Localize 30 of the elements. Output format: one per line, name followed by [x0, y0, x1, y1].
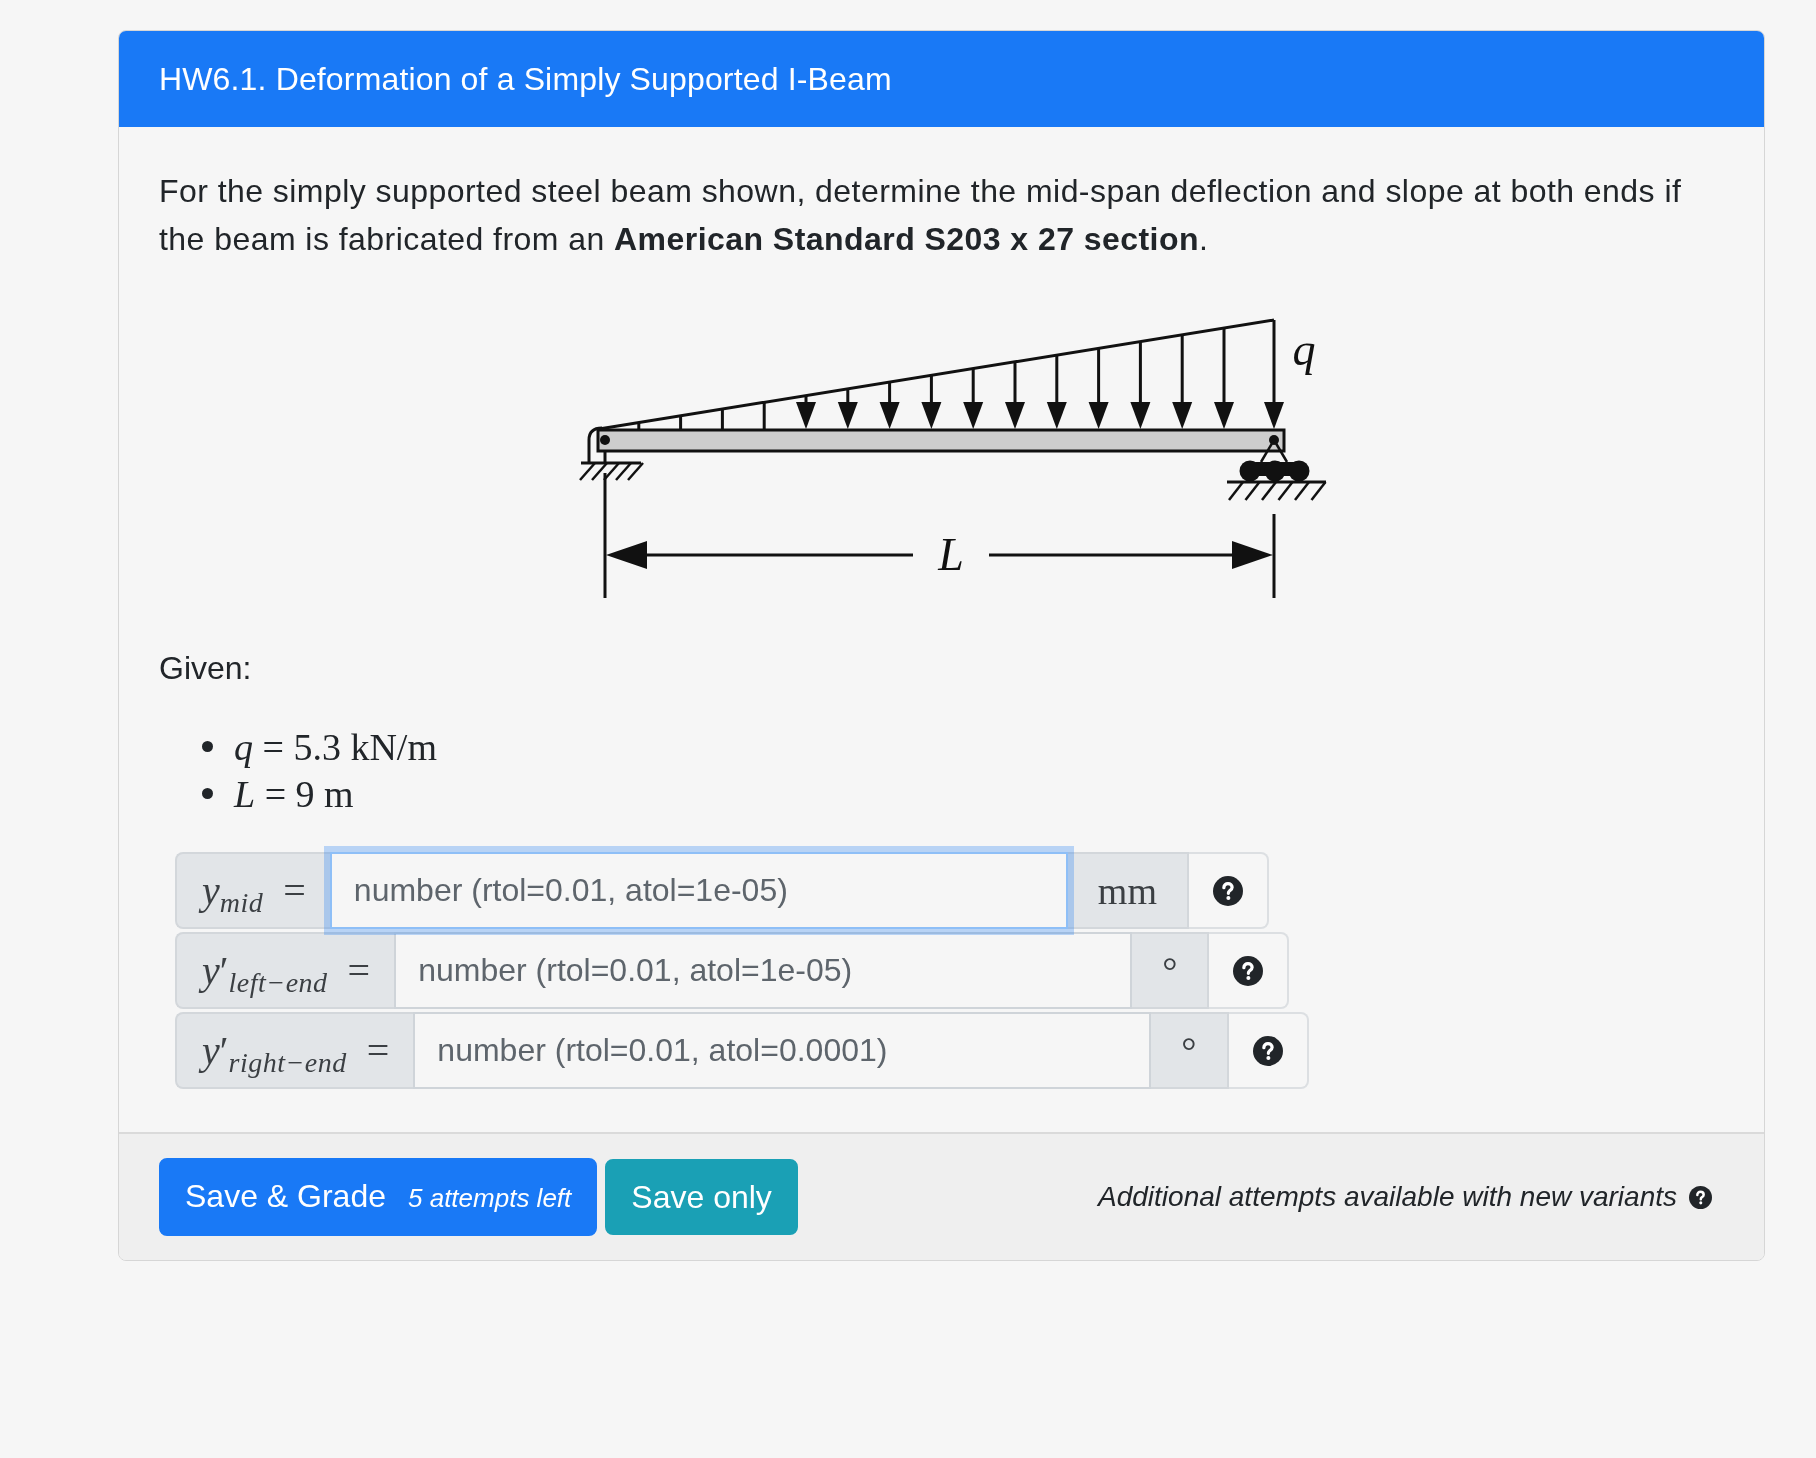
- help-icon: [1212, 875, 1243, 906]
- unit-label: °: [1151, 1012, 1229, 1089]
- help-icon[interactable]: [1689, 1185, 1712, 1209]
- given-item: L = 9 m: [234, 771, 354, 817]
- save-button[interactable]: Save only: [605, 1159, 798, 1235]
- unit-label: mm: [1067, 852, 1189, 929]
- bullet-icon: [202, 741, 213, 752]
- help-icon: [1233, 955, 1264, 986]
- variable-label: y′$_{right−end}$ =: [175, 1012, 414, 1089]
- bullet-icon: [202, 788, 213, 799]
- help-icon: [1252, 1035, 1283, 1066]
- pin-support: [578, 426, 644, 481]
- attempts-note: Additional attempts available with new variants: [1098, 1180, 1677, 1214]
- variable-label: y′$_{left−end}$ =: [175, 932, 395, 1009]
- help-button[interactable]: [1209, 932, 1290, 1009]
- answer-field[interactable]: number (rtol=0.01, atol=0.0001): [413, 1012, 1152, 1089]
- problem-statement: For the simply supported steel beam shown, determine the mid-span deflection and slope at both ends if the beam is fabricated from an American Standard S203 x 27 section.: [159, 172, 1683, 259]
- answer-field[interactable]: number (rtol=0.01, atol=1e-05): [329, 852, 1068, 929]
- attempts-left: 5 attempts left: [408, 1182, 572, 1215]
- length-label: L: [937, 529, 964, 580]
- save-grade-button[interactable]: Save & Grade 5 attempts left: [159, 1158, 598, 1236]
- help-button[interactable]: [1228, 1012, 1309, 1089]
- variable-label: y$_{mid}$ =: [175, 852, 330, 929]
- given-heading: Given:: [159, 649, 253, 688]
- help-button[interactable]: [1188, 852, 1269, 929]
- load-label: q: [1292, 324, 1315, 375]
- question-title: HW6.1. Deformation of a Simply Supported I-Beam: [159, 60, 893, 99]
- unit-label: °: [1132, 932, 1210, 1009]
- answer-field[interactable]: number (rtol=0.01, atol=1e-05): [394, 932, 1133, 1009]
- given-item: q = 5.3 kN/m: [234, 724, 437, 770]
